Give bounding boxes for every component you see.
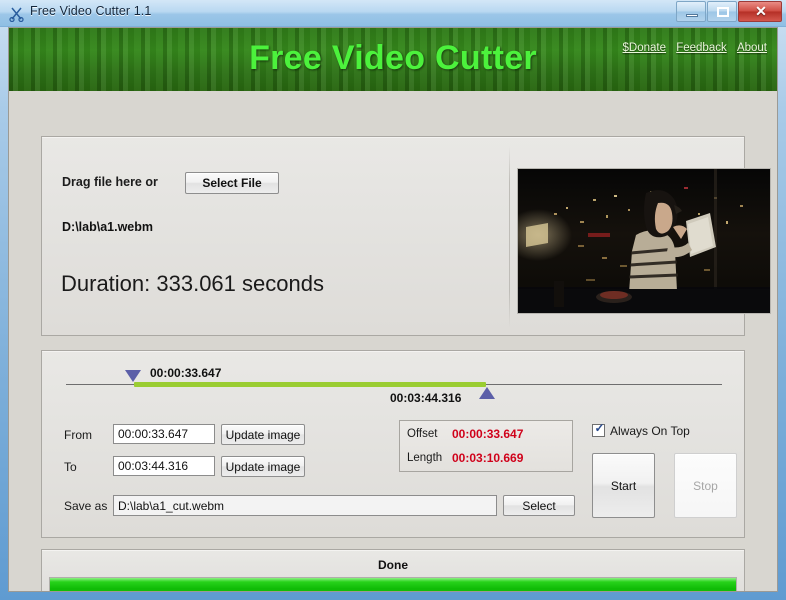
feedback-link[interactable]: Feedback (676, 42, 727, 54)
drag-file-label: Drag file here or (62, 175, 158, 189)
duration-label: Duration: 333.061 seconds (61, 271, 324, 296)
offset-value: 00:00:33.647 (452, 427, 524, 441)
application-window: Free Video Cutter 1.1 ✕ Free Video Cutte… (0, 0, 786, 600)
slider-label-from: 00:00:33.647 (150, 366, 222, 380)
from-input[interactable] (113, 424, 215, 444)
stop-button: Stop (674, 453, 737, 518)
always-on-top-checkbox[interactable]: ✓ (592, 421, 605, 437)
select-output-button[interactable]: Select (503, 495, 575, 516)
timeline-slider[interactable]: 00:00:33.647 00:03:44.316 (54, 358, 734, 412)
source-file-path: D:\lab\a1.webm (62, 220, 153, 234)
header-links: $Donate Feedback About (616, 42, 767, 54)
to-label: To (64, 460, 77, 474)
progress-status-label: Done (378, 558, 408, 572)
update-image-from-button[interactable]: Update image (221, 424, 305, 445)
about-link[interactable]: About (737, 42, 767, 54)
slider-label-to: 00:03:44.316 (390, 391, 462, 405)
close-icon: ✕ (755, 3, 767, 19)
length-label: Length (407, 452, 443, 464)
checkmark-icon: ✓ (594, 421, 605, 435)
minimize-icon (686, 14, 698, 17)
slider-selected-range (134, 382, 486, 387)
offset-label: Offset (407, 428, 438, 440)
save-as-label: Save as (64, 499, 108, 513)
maximize-icon (717, 7, 729, 17)
from-label: From (64, 428, 92, 442)
panel-divider (509, 146, 510, 328)
scissors-icon (8, 5, 25, 23)
close-button[interactable]: ✕ (738, 1, 782, 22)
slider-handle-from[interactable] (125, 370, 141, 382)
select-file-button[interactable]: Select File (185, 172, 279, 194)
always-on-top-label: Always On Top (610, 424, 690, 438)
client-area: Free Video Cutter $Donate Feedback About… (8, 27, 778, 592)
donate-link[interactable]: $Donate (623, 42, 666, 54)
progress-bar-fill (50, 578, 736, 591)
maximize-button[interactable] (707, 1, 737, 22)
minimize-button[interactable] (676, 1, 706, 22)
slider-handle-to[interactable] (479, 387, 495, 399)
window-title: Free Video Cutter 1.1 (30, 4, 152, 18)
to-input[interactable] (113, 456, 215, 476)
start-button[interactable]: Start (592, 453, 655, 518)
video-preview-thumbnail (517, 168, 771, 314)
title-bar: Free Video Cutter 1.1 ✕ (0, 0, 786, 27)
length-value: 00:03:10.669 (452, 451, 524, 465)
update-image-to-button[interactable]: Update image (221, 456, 305, 477)
save-as-input[interactable] (113, 495, 497, 516)
progress-bar (49, 577, 737, 591)
header-banner: Free Video Cutter $Donate Feedback About (9, 28, 777, 91)
